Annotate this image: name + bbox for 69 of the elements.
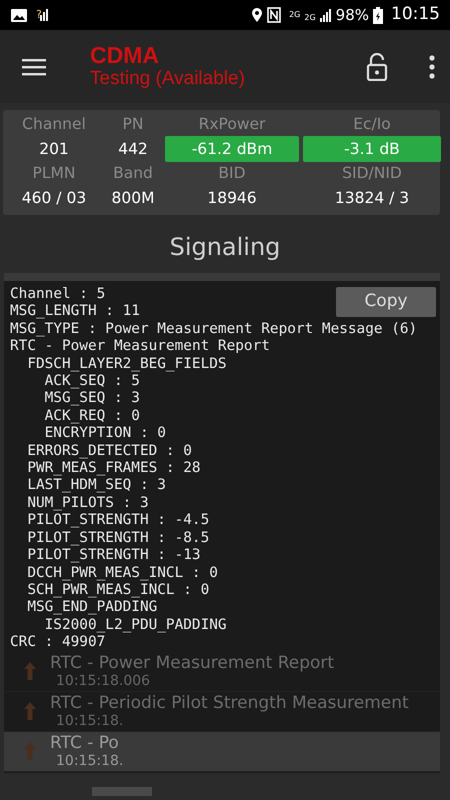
code-line: PILOT_STRENGTH : -8.5 bbox=[26, 530, 210, 548]
message-time: 10:15:18. bbox=[55, 713, 124, 730]
message-time: 10:15:18. bbox=[55, 753, 124, 770]
code-line: CRC : 49907 bbox=[10, 634, 106, 652]
code-line: DCCH_PWR_MEAS_INCL : 0 bbox=[26, 564, 218, 582]
info-label: PLMN bbox=[32, 163, 76, 184]
more-options-button[interactable] bbox=[428, 54, 436, 79]
info-value: 13824 / 3 bbox=[334, 188, 410, 209]
info-value: 800M bbox=[110, 188, 156, 209]
menu-icon bbox=[22, 58, 46, 76]
code-line: PILOT_STRENGTH : -4.5 bbox=[26, 512, 210, 530]
code-line: FDSCH_LAYER2_BEG_FIELDS bbox=[26, 356, 227, 374]
message-time: 10:15:18.006 bbox=[55, 673, 152, 690]
up-arrow-icon bbox=[24, 702, 36, 720]
info-label: PN bbox=[122, 114, 144, 135]
code-line: MSG_SEQ : 3 bbox=[44, 390, 140, 408]
info-label: SID/NID bbox=[341, 163, 403, 184]
message-title: RTC - Po bbox=[50, 733, 120, 754]
code-line: SCH_PWR_MEAS_INCL : 0 bbox=[26, 582, 210, 600]
signal-icon bbox=[320, 8, 332, 22]
image-icon bbox=[10, 8, 28, 22]
info-label: Ec/Io bbox=[352, 114, 392, 135]
signal-icon bbox=[40, 9, 48, 21]
copy-button[interactable]: Copy bbox=[336, 287, 436, 317]
code-line: ENCRYPTION : 0 bbox=[44, 425, 166, 443]
code-line: ERRORS_DETECTED : 0 bbox=[26, 442, 192, 460]
up-arrow-icon bbox=[24, 662, 36, 680]
section-title: Signaling bbox=[168, 232, 282, 263]
lock-button[interactable] bbox=[366, 52, 388, 80]
toolbar-subtitle: Testing (Available) bbox=[90, 68, 245, 92]
info-value: 201 bbox=[38, 139, 70, 160]
code-line: MSG_LENGTH : 11 bbox=[10, 303, 140, 321]
info-value: 460 / 03 bbox=[20, 188, 88, 209]
toolbar-title: CDMA bbox=[90, 42, 160, 68]
info-value: -3.1 dB bbox=[303, 136, 441, 162]
info-label: BID bbox=[217, 163, 247, 184]
info-label: Channel bbox=[21, 114, 87, 135]
more-options-icon bbox=[428, 54, 436, 79]
code-line: IS2000_L2_PDU_PADDING bbox=[44, 616, 227, 634]
info-label: Band bbox=[112, 163, 154, 184]
message-title: RTC - Periodic Pilot Strength Measurement bbox=[50, 693, 409, 714]
code-line: RTC - Power Measurement Report bbox=[10, 338, 270, 356]
network-type-label: 2G bbox=[304, 14, 316, 22]
no-sim-mark: ? bbox=[36, 6, 42, 23]
code-line: ACK_SEQ : 5 bbox=[44, 373, 140, 390]
code-line: PILOT_STRENGTH : -13 bbox=[26, 547, 201, 564]
nfc-icon bbox=[267, 7, 282, 23]
clock-time: 10:15 bbox=[391, 3, 440, 26]
unlock-icon bbox=[366, 52, 388, 80]
info-value: -61.2 dBm bbox=[165, 136, 299, 162]
scrollbar bbox=[92, 787, 152, 796]
location-icon bbox=[251, 7, 264, 23]
code-line: MSG_END_PADDING bbox=[26, 599, 158, 617]
info-value: 442 bbox=[117, 139, 149, 160]
code-line: NUM_PILOTS : 3 bbox=[26, 494, 149, 512]
code-line: ACK_REQ : 0 bbox=[44, 408, 140, 426]
message-title: RTC - Power Measurement Report bbox=[50, 653, 334, 674]
message-row[interactable]: RTC - Power Measurement Report 10:15:18.006 bbox=[4, 652, 440, 692]
code-line: LAST_HDM_SEQ : 3 bbox=[26, 477, 166, 495]
up-arrow-icon bbox=[24, 742, 36, 760]
network-type-label: 2G bbox=[289, 11, 300, 19]
code-line: PWR_MEAS_FRAMES : 28 bbox=[26, 460, 201, 478]
code-line: MSG_TYPE : Power Measurement Report Message (6) bbox=[10, 320, 418, 338]
info-value: 18946 bbox=[206, 188, 258, 209]
battery-percent: 98% bbox=[336, 4, 369, 26]
code-line: Channel : 5 bbox=[10, 286, 106, 304]
message-row[interactable]: RTC - Po 10:15:18. bbox=[4, 732, 440, 772]
battery-icon bbox=[373, 6, 383, 24]
info-label: RxPower bbox=[198, 114, 266, 135]
